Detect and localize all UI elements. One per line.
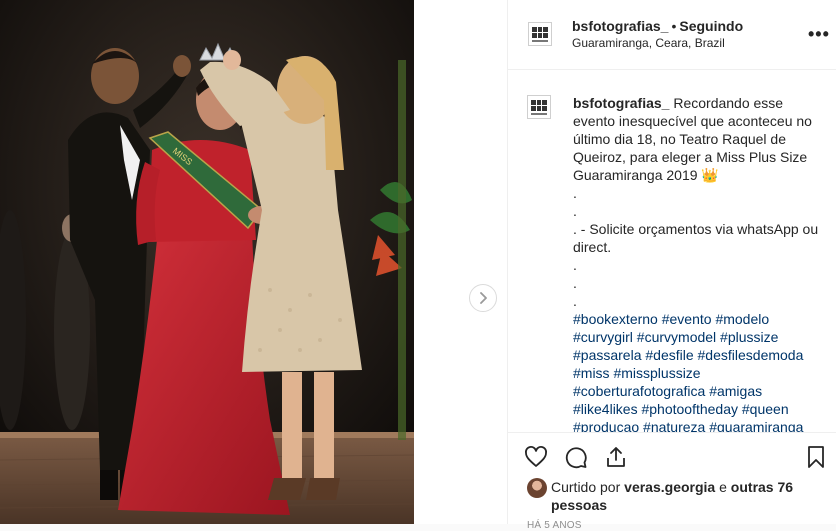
header-user-line: bsfotografias_ • Seguindo	[572, 18, 743, 34]
post-sidebar: bsfotografias_ • Seguindo Guaramiranga, Ce…	[507, 0, 836, 531]
avatar-logo	[531, 100, 547, 111]
instagram-post: MISS bsfotografias_ • Seguindo Guaramira…	[0, 0, 836, 531]
caption-body: Recordando esse evento inesquecível que …	[573, 95, 819, 309]
avatar[interactable]	[528, 22, 552, 46]
header-username-link[interactable]: bsfotografias_	[572, 18, 668, 34]
caption-text: bsfotografias_ Recordando esse evento in…	[573, 94, 819, 432]
liker-avatar[interactable]	[527, 478, 547, 498]
following-button[interactable]: Seguindo	[679, 18, 743, 34]
caption-username-link[interactable]: bsfotografias_	[573, 95, 669, 111]
avatar-logo	[532, 27, 548, 38]
bookmark-icon[interactable]	[804, 445, 828, 469]
photo-illustration: MISS	[0, 0, 414, 524]
next-photo-button[interactable]	[469, 284, 497, 312]
post-timestamp[interactable]: HÁ 5 ANOS	[527, 520, 582, 531]
caption-scroll-area[interactable]: bsfotografias_ Recordando esse evento in…	[508, 71, 836, 432]
more-options-icon[interactable]: •••	[808, 24, 830, 45]
likes-prefix: Curtido por	[551, 479, 625, 495]
heart-icon[interactable]	[524, 445, 548, 469]
chevron-right-icon	[480, 292, 487, 304]
caption-hashtags[interactable]: #bookexterno #evento #modelo #curvygirl …	[573, 311, 807, 432]
header-separator: •	[671, 18, 677, 34]
post-actions: Curtido por veras.georgia e outras 76 pe…	[508, 432, 836, 531]
comment-icon[interactable]	[564, 445, 588, 469]
liker-username-link[interactable]: veras.georgia	[624, 479, 715, 495]
caption-avatar[interactable]	[527, 95, 551, 119]
post-photo[interactable]: MISS	[0, 0, 414, 524]
post-header: bsfotografias_ • Seguindo Guaramiranga, Ce…	[508, 0, 836, 70]
post-gutter	[414, 0, 506, 524]
likes-middle: e	[715, 479, 731, 495]
location-link[interactable]: Guaramiranga, Ceara, Brazil	[572, 36, 725, 50]
likes-summary: Curtido por veras.georgia e outras 76 pe…	[551, 478, 821, 514]
share-icon[interactable]	[604, 445, 628, 469]
